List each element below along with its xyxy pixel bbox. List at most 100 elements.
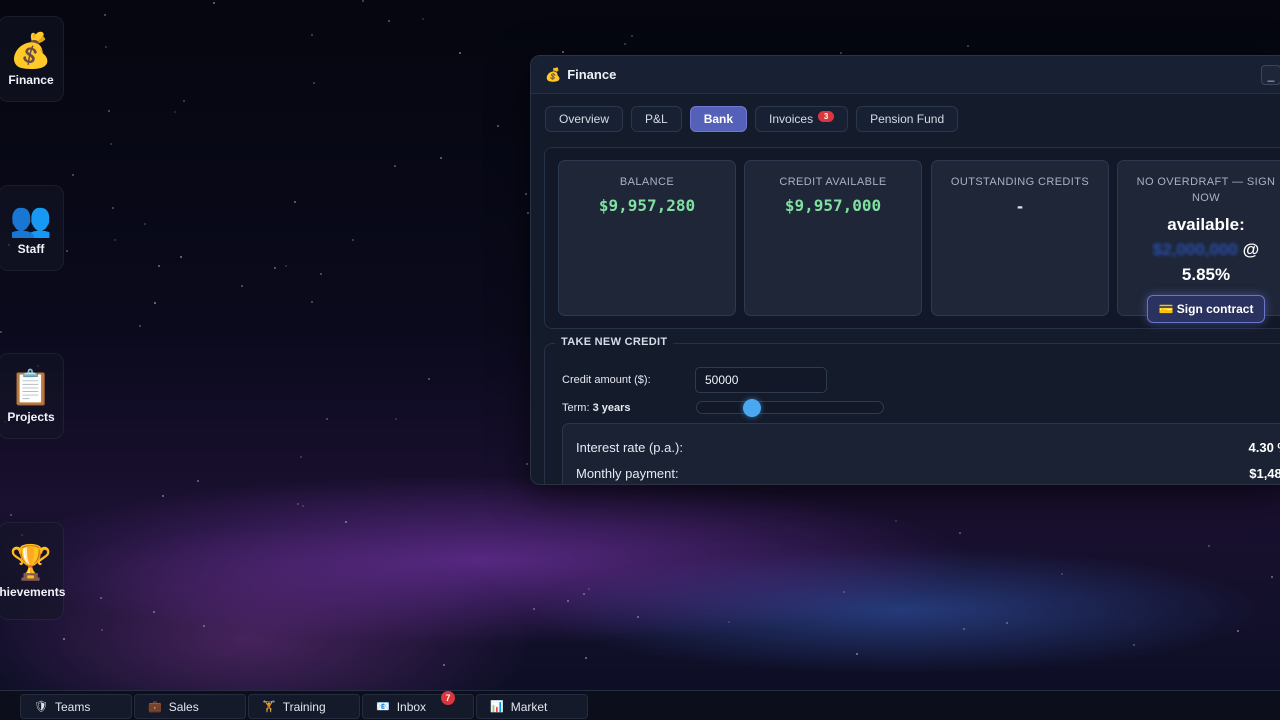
finance-window: 💰 Finance _ Overview P&L Bank Invoices 3…: [530, 55, 1280, 485]
tab-label: P&L: [645, 112, 668, 126]
term-row: Term: 3 years: [562, 402, 631, 414]
overdraft-rate: 5.85%: [1181, 265, 1231, 284]
star-dot: [428, 378, 430, 380]
invoices-count-badge: 3: [818, 110, 835, 122]
interest-rate-label: Interest rate (p.a.):: [576, 440, 683, 455]
balance-value: $9,957,280: [598, 196, 696, 215]
star-dot: [153, 611, 155, 613]
star-dot: [104, 14, 106, 16]
star-dot: [241, 285, 243, 287]
credit-amount-input[interactable]: [695, 367, 827, 393]
star-dot: [101, 629, 103, 631]
desktop-icon-staff[interactable]: 👥 Staff: [0, 185, 64, 271]
star-dot: [562, 51, 564, 53]
people-icon: 👥: [9, 200, 53, 239]
star-dot: [203, 625, 205, 627]
desktop-icon-label: Staff: [17, 241, 45, 256]
clipboard-icon: 📋: [9, 368, 53, 407]
star-dot: [112, 207, 114, 209]
star-dot: [72, 174, 74, 176]
star-dot: [63, 638, 65, 640]
term-slider-thumb[interactable]: [743, 399, 761, 417]
interest-rate-row: Interest rate (p.a.): 4.30 %: [576, 440, 1280, 455]
overdraft-label: NO OVERDRAFT — SIGN NOW: [1136, 176, 1276, 204]
star-dot: [588, 588, 590, 590]
taskbar-item-training[interactable]: 🏋 Training: [248, 694, 360, 719]
tab-pension-fund[interactable]: Pension Fund: [856, 106, 959, 132]
interest-rate-value: 4.30 %: [1248, 440, 1280, 455]
star-dot: [637, 616, 639, 618]
term-slider[interactable]: [696, 399, 884, 417]
star-dot: [158, 265, 160, 267]
sign-contract-button[interactable]: 💳 Sign contract: [1147, 295, 1265, 323]
star-dot: [967, 45, 969, 47]
tab-overview[interactable]: Overview: [545, 106, 624, 132]
credit-available-card: CREDIT AVAILABLE $9,957,000: [744, 160, 922, 316]
star-dot: [497, 125, 499, 127]
star-dot: [567, 600, 569, 602]
window-titlebar[interactable]: 💰 Finance: [531, 56, 1280, 94]
star-dot: [525, 193, 527, 195]
desktop-icon-finance[interactable]: 💰 Finance: [0, 16, 64, 102]
taskbar-item-sales[interactable]: 💼 Sales: [134, 694, 246, 719]
take-new-credit-panel: TAKE NEW CREDIT Credit amount ($): Term:…: [544, 336, 1280, 484]
desktop-icon-projects[interactable]: 📋 Projects: [0, 353, 64, 439]
tab-label: Overview: [559, 112, 610, 126]
money-bag-icon: 💰: [9, 31, 53, 70]
desktop-icon-label: Achievements: [0, 584, 66, 599]
taskbar-item-teams[interactable]: 🛡 Teams: [20, 694, 132, 719]
credit-amount-label: Credit amount ($):: [562, 374, 651, 386]
star-dot: [624, 43, 626, 45]
star-dot: [352, 239, 354, 241]
star-dot: [294, 201, 296, 203]
star-dot: [585, 657, 587, 659]
tab-invoices[interactable]: Invoices 3: [755, 106, 849, 132]
star-dot: [313, 82, 315, 84]
star-dot: [66, 250, 68, 252]
taskbar-label: Sales: [168, 699, 199, 714]
tab-bank[interactable]: Bank: [689, 106, 748, 132]
star-dot: [297, 503, 299, 505]
credit-available-value: $9,957,000: [784, 196, 882, 215]
term-value: 3 years: [592, 402, 631, 414]
star-dot: [526, 463, 528, 465]
tab-label: Bank: [703, 112, 734, 126]
star-dot: [459, 52, 461, 54]
trophy-icon: 🏆: [9, 543, 53, 582]
star-dot: [302, 505, 304, 507]
desktop-icon-label: Projects: [7, 409, 55, 424]
overdraft-at-sign: @: [1242, 240, 1260, 259]
star-dot: [856, 653, 858, 655]
bank-summary-panel: BALANCE $9,957,280 CREDIT AVAILABLE $9,9…: [544, 147, 1280, 329]
star-dot: [300, 456, 302, 458]
monthly-payment-row: Monthly payment: $1,483: [576, 466, 1280, 481]
outstanding-credits-label: OUTSTANDING CREDITS: [950, 176, 1090, 188]
star-dot: [631, 35, 633, 37]
desktop-icon-achievements[interactable]: 🏆 Achievements: [0, 522, 66, 620]
star-dot: [320, 273, 322, 275]
credit-card-icon: 💳: [1158, 302, 1174, 316]
balance-label: BALANCE: [619, 176, 675, 188]
star-dot: [1271, 576, 1273, 578]
tab-pnl[interactable]: P&L: [631, 106, 682, 132]
star-dot: [162, 495, 164, 497]
monthly-payment-value: $1,483: [1249, 466, 1280, 481]
outstanding-credits-value: -: [1017, 196, 1023, 216]
shield-icon: 🛡: [34, 701, 48, 713]
dumbbell-icon: 🏋: [262, 701, 276, 713]
taskbar-label: Inbox: [396, 699, 427, 714]
window-title: Finance: [567, 67, 617, 82]
sign-contract-label: Sign contract: [1176, 302, 1254, 316]
star-dot: [110, 143, 112, 145]
taskbar-item-inbox[interactable]: 📧 Inbox 7: [362, 691, 474, 719]
taskbar-item-market[interactable]: 📊 Market: [476, 694, 588, 719]
star-dot: [326, 418, 328, 420]
star-dot: [311, 301, 313, 303]
star-dot: [422, 18, 424, 20]
mail-icon: 📧: [376, 701, 390, 713]
minimize-button[interactable]: _: [1261, 65, 1280, 85]
star-dot: [144, 223, 146, 225]
star-dot: [843, 591, 845, 593]
money-bag-icon: 💰: [545, 66, 562, 82]
star-dot: [274, 267, 276, 269]
